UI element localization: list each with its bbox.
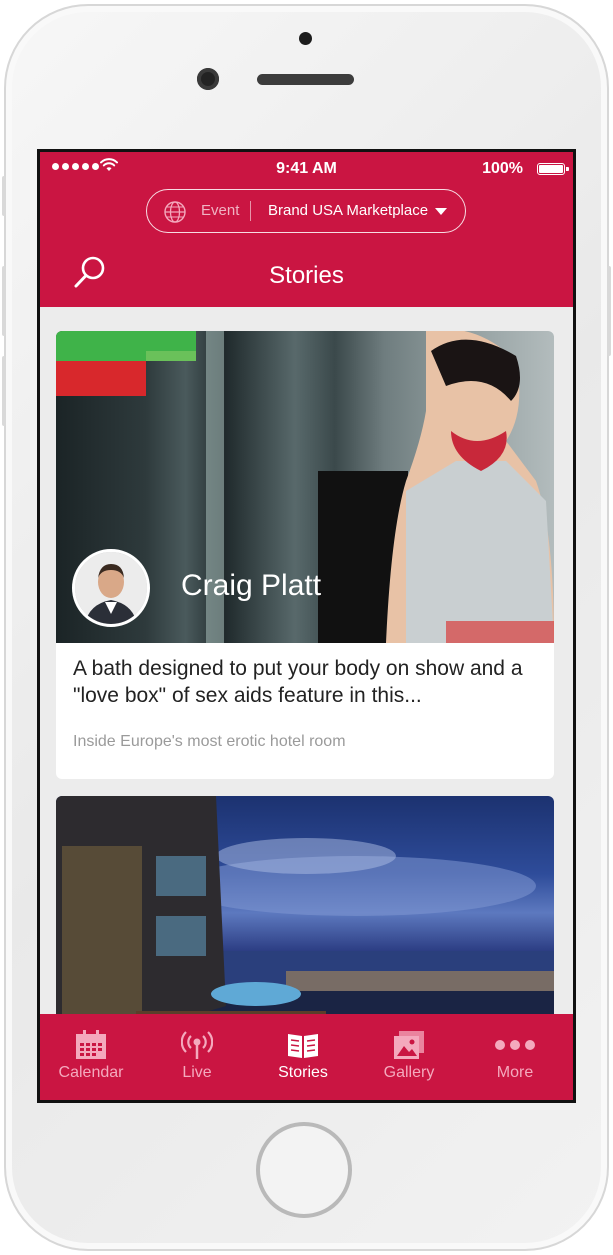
tab-stories[interactable]: Stories <box>255 1030 351 1082</box>
tab-label: Live <box>182 1064 212 1081</box>
home-button[interactable] <box>256 1122 352 1218</box>
battery-percentage: 100% <box>482 160 523 177</box>
tab-live[interactable]: Live <box>149 1030 245 1082</box>
app-header: 9:41 AM 100% Event Brand USA Marketplace <box>40 152 573 307</box>
front-camera <box>197 68 219 90</box>
tab-gallery[interactable]: Gallery <box>361 1030 457 1082</box>
story-author: Craig Platt <box>181 569 322 602</box>
event-selector[interactable]: Event Brand USA Marketplace <box>146 189 466 233</box>
event-divider <box>250 201 251 221</box>
broadcast-icon <box>181 1031 213 1059</box>
volume-down-button <box>2 356 6 426</box>
status-bar: 9:41 AM 100% <box>40 152 573 186</box>
event-name: Brand USA Marketplace <box>268 202 429 219</box>
earpiece-speaker <box>257 74 354 85</box>
tab-label: Stories <box>278 1064 328 1081</box>
volume-up-button <box>2 266 6 336</box>
page-title: Stories <box>269 262 344 289</box>
screen: 9:41 AM 100% Event Brand USA Marketplace <box>37 149 576 1103</box>
story-subtitle: Inside Europe's most erotic hotel room <box>73 733 346 750</box>
gallery-icon <box>394 1031 424 1059</box>
front-sensor <box>299 32 312 45</box>
tab-label: Calendar <box>58 1064 124 1081</box>
event-label: Event <box>201 202 240 219</box>
globe-icon <box>164 201 186 223</box>
calendar-icon <box>76 1030 106 1059</box>
tab-calendar[interactable]: Calendar <box>43 1030 139 1082</box>
tab-label: More <box>496 1064 534 1081</box>
mute-switch <box>2 176 6 216</box>
story-title: A bath designed to put your body on show… <box>73 657 523 707</box>
power-button <box>607 266 611 356</box>
tab-label: Gallery <box>383 1064 435 1081</box>
app-view: 9:41 AM 100% Event Brand USA Marketplace <box>40 152 573 1100</box>
avatar <box>72 549 150 627</box>
more-dots-icon <box>495 1040 535 1050</box>
story-card[interactable]: Craig Platt A bath designed to put your … <box>56 331 554 779</box>
chevron-down-icon <box>435 208 447 215</box>
tab-more[interactable]: More <box>467 1030 563 1082</box>
battery-icon <box>537 163 569 175</box>
tab-bar: Calendar Live Stories Gallery More <box>40 1014 573 1100</box>
book-icon <box>288 1034 318 1058</box>
